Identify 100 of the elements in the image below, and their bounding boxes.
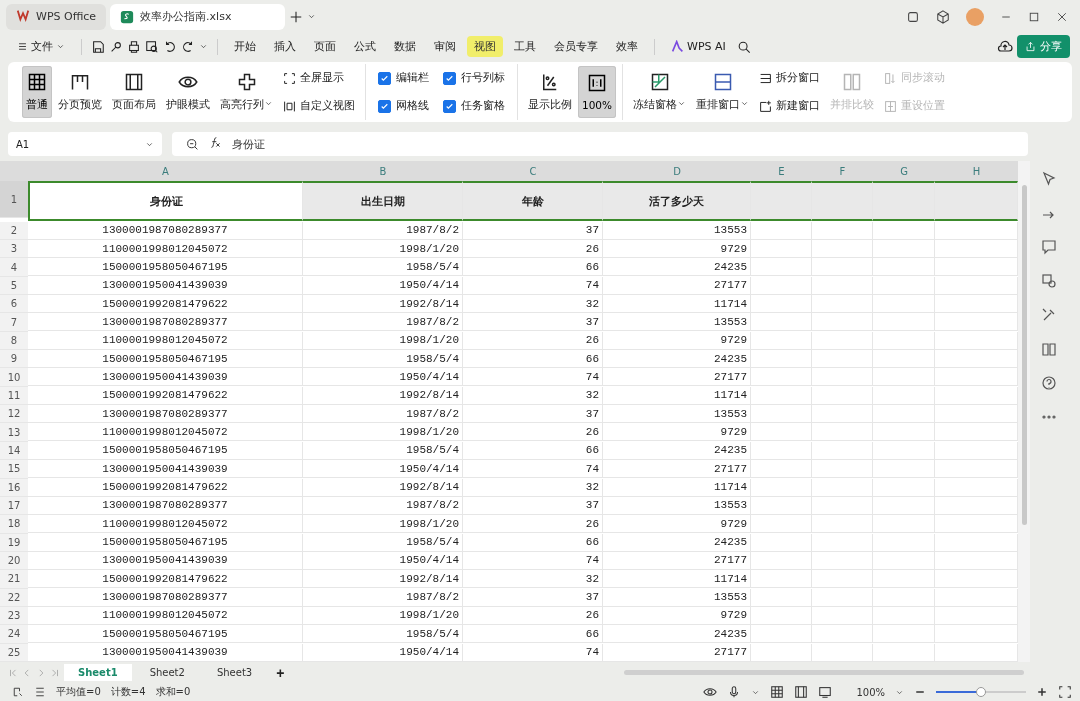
window-tab[interactable]: 效率办公指南.xlsx (110, 3, 286, 30)
list-icon[interactable] (34, 686, 46, 698)
formula-field[interactable]: 身份证 (172, 132, 1028, 156)
check-icon (380, 73, 389, 83)
row-header[interactable]: 12 (0, 405, 28, 424)
ribbon-button[interactable]: 重排窗口 (692, 66, 754, 118)
row-header[interactable]: 21 (0, 570, 28, 589)
column-header[interactable]: D (603, 161, 751, 181)
table-cell: 9729 (603, 240, 751, 259)
ribbon-tab[interactable]: 视图 (467, 36, 503, 57)
macro-icon[interactable] (12, 686, 24, 698)
sheet-tab[interactable]: Sheet2 (135, 664, 199, 681)
ribbon-tab[interactable]: 插入 (267, 36, 303, 57)
maximize-icon[interactable] (1028, 10, 1040, 23)
ribbon-button[interactable]: 显示比例 (524, 66, 576, 118)
checkbox[interactable] (378, 99, 391, 113)
column-header[interactable]: G (873, 161, 935, 181)
row-header[interactable]: 6 (0, 295, 28, 314)
undo-icon[interactable] (163, 39, 177, 54)
ribbon-button[interactable]: 新建窗口 (755, 97, 825, 115)
scrollbar-thumb[interactable] (1021, 185, 1027, 525)
row-header[interactable]: 1 (0, 181, 28, 219)
row-header[interactable]: 10 (0, 368, 28, 387)
table-cell: 1300001950041439039 (28, 551, 303, 570)
ribbon-button[interactable]: 普通 (22, 66, 52, 118)
ribbon-button[interactable]: 页面布局 (108, 66, 160, 118)
row-header[interactable]: 4 (0, 258, 28, 277)
ribbon-tab[interactable]: 数据 (387, 36, 423, 57)
ribbon-tab[interactable]: 开始 (227, 36, 263, 57)
row-header[interactable]: 9 (0, 350, 28, 369)
checkbox[interactable] (443, 71, 456, 85)
ribbon-tab[interactable]: 会员专享 (547, 36, 605, 57)
add-tab-icon[interactable] (289, 9, 304, 24)
ribbon-button[interactable]: 分页预览 (54, 66, 106, 118)
close-icon[interactable] (1056, 10, 1068, 23)
ribbon-button[interactable]: 全屏显示 (279, 69, 359, 87)
ai-button[interactable]: WPS AI (664, 37, 733, 56)
ribbon-button[interactable]: 100% (578, 66, 617, 118)
ribbon-button[interactable]: 护眼模式 (162, 66, 214, 118)
ribbon-tab[interactable]: 页面 (307, 36, 343, 57)
fullscreen-icon[interactable] (1058, 685, 1072, 699)
ribbon-button[interactable]: 拆分窗口 (755, 69, 825, 87)
ribbon-tab[interactable]: 效率 (609, 36, 645, 57)
ribbon-button[interactable]: 冻结窗格 (629, 66, 691, 118)
reading-view-icon[interactable] (818, 685, 833, 699)
ribbon-tab[interactable]: 工具 (507, 36, 543, 57)
column-header[interactable]: H (935, 161, 1018, 181)
row-header[interactable]: 2 (0, 221, 28, 241)
slider-thumb[interactable] (976, 687, 986, 697)
page-view-icon[interactable] (794, 685, 809, 699)
column-header[interactable]: A (28, 161, 303, 181)
column-header[interactable]: B (303, 161, 463, 181)
empty-cell (812, 515, 873, 534)
file-menu[interactable]: 文件 (10, 36, 72, 57)
search-icon[interactable] (736, 39, 751, 54)
scrollbar-thumb[interactable] (624, 670, 1024, 675)
share-button[interactable]: 分享 (1017, 35, 1070, 58)
zoom-in-icon[interactable] (1036, 686, 1048, 698)
name-box[interactable]: A1 (8, 132, 162, 156)
table-cell: 1300001950041439039 (28, 643, 303, 662)
sheet-tab[interactable]: Sheet3 (202, 664, 267, 681)
zoom-level[interactable]: 100% (856, 686, 885, 698)
row-header[interactable]: 7 (0, 313, 28, 332)
row-header[interactable]: 18 (0, 515, 28, 534)
ribbon-button[interactable]: 高亮行列 (216, 66, 277, 118)
ribbon-tab[interactable]: 审阅 (427, 36, 463, 57)
shapes-icon[interactable] (1041, 273, 1057, 289)
print-preview-icon[interactable] (145, 39, 159, 54)
cube-icon[interactable] (936, 9, 950, 24)
empty-cell (873, 643, 935, 662)
checkbox[interactable] (378, 71, 391, 85)
row-header[interactable]: 13 (0, 423, 28, 442)
window-icon[interactable] (906, 9, 920, 24)
checkbox[interactable] (443, 99, 456, 113)
add-sheet-button[interactable]: + (270, 664, 291, 681)
row-header[interactable]: 3 (0, 240, 28, 259)
help-icon[interactable] (1041, 375, 1057, 391)
redo-icon[interactable] (181, 39, 195, 54)
table-cell: 1300001987080289377 (28, 405, 303, 424)
cloud-icon[interactable] (997, 38, 1013, 55)
column-header[interactable]: E (751, 161, 812, 181)
print-icon[interactable] (127, 39, 141, 54)
grid-view-icon[interactable] (770, 685, 785, 699)
row-header[interactable]: 15 (0, 460, 28, 479)
save-icon[interactable] (91, 39, 105, 54)
empty-cell (873, 313, 935, 332)
eye-icon[interactable] (703, 685, 718, 699)
sheet-tab[interactable]: Sheet1 (64, 664, 132, 681)
window-tab[interactable]: WPS Office (6, 3, 107, 30)
table-cell: 66 (463, 441, 603, 460)
comment-icon[interactable] (1041, 239, 1057, 255)
ribbon-tab[interactable]: 公式 (347, 36, 383, 57)
pointer-icon[interactable] (1041, 171, 1057, 187)
column-header[interactable]: F (812, 161, 873, 181)
tools-icon[interactable] (1041, 307, 1057, 323)
column-header[interactable]: C (463, 161, 603, 181)
row-header[interactable]: 24 (0, 625, 28, 644)
book-icon[interactable] (1041, 341, 1057, 357)
table-cell: 37 (463, 588, 603, 607)
ribbon-button[interactable]: 自定义视图 (279, 97, 359, 115)
